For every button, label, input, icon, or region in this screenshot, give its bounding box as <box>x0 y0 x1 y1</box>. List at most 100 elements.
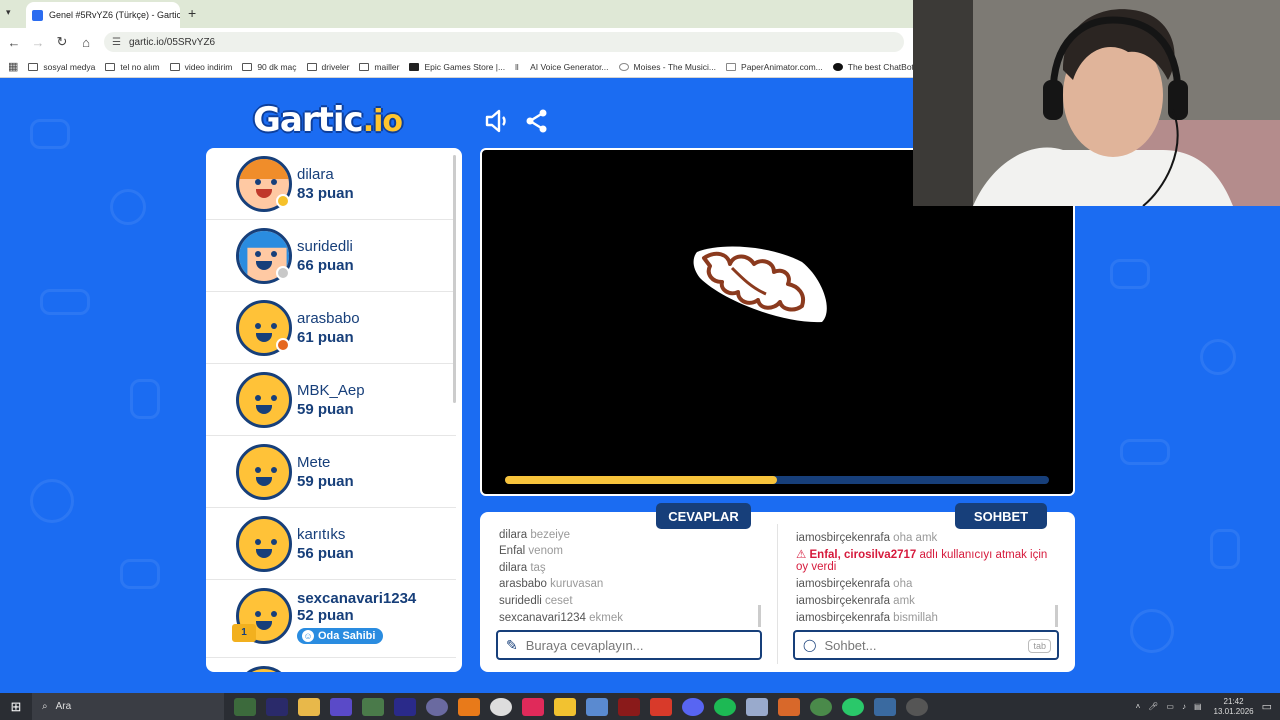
new-tab-icon[interactable]: + <box>188 5 196 21</box>
bookmark-item[interactable]: PaperAnimator.com... <box>726 62 823 72</box>
player-name: arasbabo <box>297 310 360 327</box>
player-card[interactable]: arasbabo 61 puan <box>206 292 456 364</box>
microphone-icon[interactable]: 🎤︎ <box>1148 702 1158 711</box>
player-points: 52 puan <box>297 607 354 624</box>
answers-scrollbar[interactable] <box>758 605 761 627</box>
player-name: sexcanavari1234 <box>297 590 417 607</box>
taskbar-search[interactable]: ⌕ Ara <box>32 693 224 720</box>
windows-taskbar: ⊞ ⌕ Ara ˄ 🎤︎ ▭ ♪ ▤ 21:42 13.01.2026 ▭ <box>0 693 1280 720</box>
avatar <box>236 516 292 572</box>
after-effects-icon[interactable] <box>266 697 288 716</box>
chat-alert-message: ⚠ Enfal, cirosilva2717 adlı kullanıcıyı … <box>796 549 1048 573</box>
bookmark-item[interactable]: ll AI Voice Generator... <box>515 62 608 72</box>
avatar <box>236 444 292 500</box>
player-list-scrollbar[interactable] <box>453 155 456 403</box>
player-name: dilara <box>297 166 334 183</box>
site-icon <box>726 62 737 71</box>
app-icon[interactable] <box>906 697 928 716</box>
address-bar[interactable]: ☰ gartic.io/05SRvYZ6 <box>104 32 904 52</box>
bookmark-item[interactable]: driveler <box>306 62 349 72</box>
file-explorer-icon[interactable] <box>298 697 320 716</box>
chat-message: iamosbirçekenrafa oha <box>796 578 913 590</box>
bookmark-item[interactable]: The best ChatBot <box>832 62 914 72</box>
browser-tab[interactable]: Genel #5RvYZ6 (Türkçe) - Gartic ✕ <box>26 2 180 28</box>
back-icon[interactable]: ← <box>2 35 26 50</box>
network-icon[interactable]: ▭ <box>1166 702 1174 711</box>
app-icon[interactable] <box>490 697 512 716</box>
app-icon[interactable] <box>426 697 448 716</box>
chat-header: SOHBET <box>955 503 1047 529</box>
maps-icon[interactable] <box>554 697 576 716</box>
site-icon <box>618 62 629 71</box>
discord-icon[interactable] <box>682 697 704 716</box>
tray-chevron-icon[interactable]: ˄ <box>1136 702 1141 711</box>
player-card[interactable]: 1 sexcanavari1234 52 puan ☺ Oda Sahibi <box>206 580 456 658</box>
warning-icon: ⚠ <box>796 549 807 561</box>
system-tray: ˄ 🎤︎ ▭ ♪ ▤ 21:42 13.01.2026 ▭ <box>1136 693 1272 720</box>
app-icon[interactable] <box>362 697 384 716</box>
chat-input-box[interactable]: ◯ tab <box>793 630 1059 660</box>
url-text: gartic.io/05SRvYZ6 <box>128 36 216 48</box>
player-points: 59 puan <box>297 401 354 418</box>
player-card[interactable]: Mete 59 puan <box>206 436 456 508</box>
app-icon[interactable] <box>586 697 608 716</box>
player-points: 83 puan <box>297 185 354 202</box>
folder-icon <box>105 62 116 71</box>
player-card[interactable]: suridedli 66 puan <box>206 220 456 292</box>
vpn-app-icon[interactable] <box>330 697 352 716</box>
bookmark-item[interactable]: tel no alım <box>105 62 160 72</box>
app-icon[interactable] <box>842 697 864 716</box>
bookmark-item[interactable]: video indirim <box>169 62 232 72</box>
tiktok-icon[interactable] <box>522 697 544 716</box>
vlc-icon[interactable] <box>458 697 480 716</box>
rank-crown-icon: 1 <box>232 624 256 642</box>
windows-start-icon[interactable]: ⊞ <box>0 699 32 715</box>
tab-search-icon[interactable]: ▾ <box>6 7 11 18</box>
share-button[interactable] <box>525 108 549 134</box>
site-info-icon[interactable]: ☰ <box>112 37 121 48</box>
forward-icon[interactable]: → <box>26 35 50 50</box>
chat-input[interactable] <box>824 637 1045 653</box>
bookmark-item[interactable]: sosyal medya <box>28 62 95 72</box>
home-icon[interactable]: ⌂ <box>74 35 98 50</box>
bookmark-item[interactable]: 90 dk maç <box>242 62 297 72</box>
app-icon[interactable] <box>778 697 800 716</box>
steam-icon[interactable] <box>874 697 896 716</box>
apps-grid-icon[interactable]: ▦ <box>8 60 18 73</box>
owner-icon: ☺ <box>302 630 314 642</box>
tab-title: Genel #5RvYZ6 (Türkçe) - Gartic <box>49 10 180 20</box>
panel-divider <box>777 524 778 664</box>
spotify-icon[interactable] <box>714 697 736 716</box>
player-card[interactable]: dilara 83 puan <box>206 148 456 220</box>
notification-icon[interactable]: ▭ <box>1262 700 1272 713</box>
player-name: suridedli <box>297 238 353 255</box>
room-owner-badge: ☺ Oda Sahibi <box>297 628 384 644</box>
sound-toggle-button[interactable] <box>484 108 510 134</box>
player-card[interactable]: karıtıks 56 puan <box>206 508 456 580</box>
bookmark-item[interactable]: mailler <box>359 62 399 72</box>
round-timer-bar <box>505 476 1049 484</box>
player-card[interactable] <box>206 658 456 672</box>
bookmark-item[interactable]: Epic Games Store |... <box>409 62 505 72</box>
chrome-icon[interactable] <box>810 697 832 716</box>
site-icon <box>832 62 843 71</box>
answer-input-box[interactable]: ✎ <box>496 630 762 660</box>
answer-message: dilara bezeiye <box>499 529 570 541</box>
clock[interactable]: 21:42 13.01.2026 <box>1214 697 1254 717</box>
bookmark-item[interactable]: Moises - The Musici... <box>618 62 716 72</box>
reload-icon[interactable]: ↻ <box>50 34 74 50</box>
language-icon[interactable]: ▤ <box>1194 702 1202 711</box>
round-timer-fill <box>505 476 777 484</box>
media-encoder-icon[interactable] <box>394 697 416 716</box>
close-app-icon[interactable] <box>650 697 672 716</box>
app-icon[interactable] <box>618 697 640 716</box>
answer-input[interactable] <box>525 637 746 653</box>
answers-header: CEVAPLAR <box>656 503 751 529</box>
app-icon[interactable] <box>746 697 768 716</box>
chat-scrollbar[interactable] <box>1055 605 1058 627</box>
avatar <box>236 372 292 428</box>
player-card[interactable]: MBK_Aep 59 puan <box>206 364 456 436</box>
tab-key-hint: tab <box>1028 639 1051 653</box>
chrome-app-icon[interactable] <box>234 697 256 716</box>
volume-icon[interactable]: ♪ <box>1182 702 1186 711</box>
